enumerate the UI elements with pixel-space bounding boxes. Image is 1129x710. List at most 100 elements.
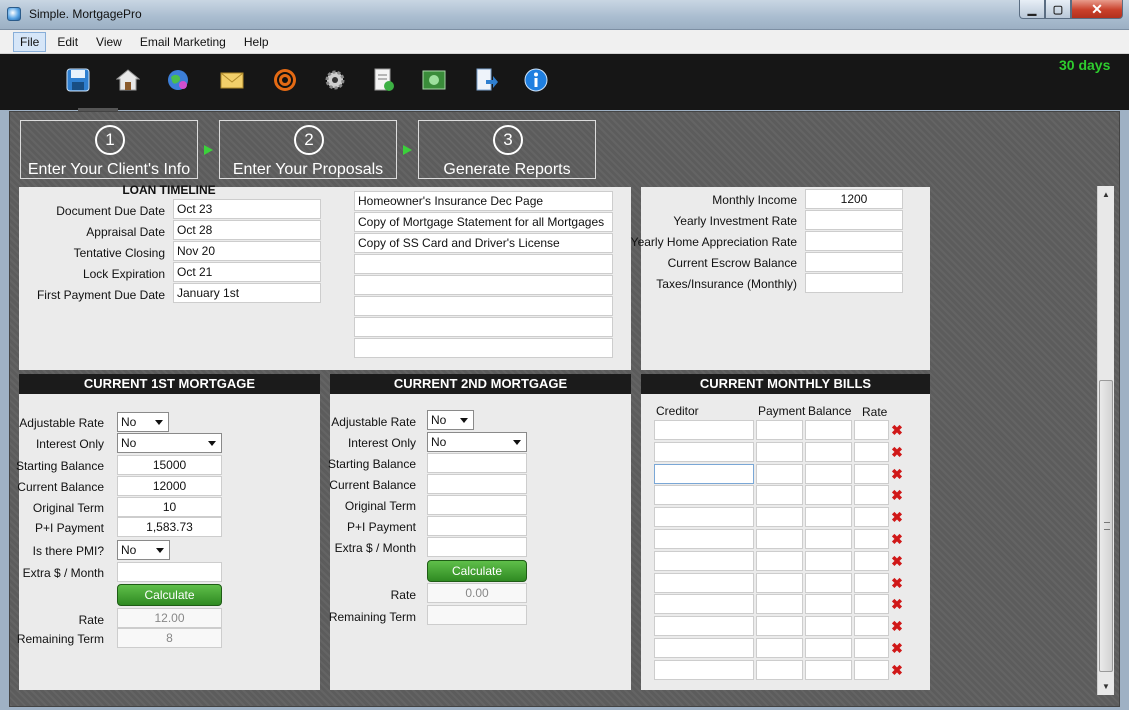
creditor-field[interactable] <box>654 659 754 680</box>
document-item[interactable]: Copy of SS Card and Driver's License <box>354 233 613 253</box>
step-proposals[interactable]: 2 Enter Your Proposals <box>219 120 397 179</box>
delete-icon[interactable]: ✖ <box>891 423 903 437</box>
vertical-scrollbar[interactable]: ▲ ▼ <box>1097 186 1114 695</box>
mail-icon[interactable] <box>220 68 244 92</box>
globe-icon[interactable] <box>166 68 190 92</box>
step-client-info[interactable]: 1 Enter Your Client's Info <box>20 120 198 179</box>
payment-field[interactable] <box>756 550 803 571</box>
document-item[interactable]: Homeowner's Insurance Dec Page <box>354 191 613 211</box>
starting-balance-field[interactable] <box>427 453 527 473</box>
document-item[interactable] <box>354 254 613 274</box>
extra-per-month-field[interactable] <box>427 537 527 557</box>
rate-field[interactable] <box>854 463 889 484</box>
info-icon[interactable] <box>524 68 548 92</box>
save-icon[interactable] <box>66 68 90 92</box>
delete-icon[interactable]: ✖ <box>891 576 903 590</box>
payment-field[interactable] <box>756 638 803 658</box>
rate-field[interactable] <box>854 507 889 528</box>
first-payment-due-date-field[interactable]: January 1st <box>173 283 321 303</box>
current-balance-field[interactable]: 12000 <box>117 476 222 496</box>
creditor-field[interactable] <box>654 616 754 637</box>
target-icon[interactable] <box>273 68 297 92</box>
original-term-field[interactable]: 10 <box>117 497 222 517</box>
delete-icon[interactable]: ✖ <box>891 619 903 633</box>
delete-icon[interactable]: ✖ <box>891 445 903 459</box>
creditor-field[interactable] <box>654 441 754 462</box>
balance-field[interactable] <box>805 420 852 440</box>
balance-field[interactable] <box>805 441 852 462</box>
scrollbar-thumb[interactable] <box>1099 380 1113 672</box>
money-icon[interactable] <box>422 68 446 92</box>
rate-field[interactable] <box>854 594 889 615</box>
balance-field[interactable] <box>805 594 852 615</box>
creditor-field[interactable] <box>654 638 754 658</box>
document-item[interactable] <box>354 317 613 337</box>
rate-field[interactable] <box>854 420 889 440</box>
creditor-field[interactable] <box>654 594 754 615</box>
balance-field[interactable] <box>805 638 852 658</box>
payment-field[interactable] <box>756 420 803 440</box>
creditor-field[interactable] <box>654 572 754 593</box>
delete-icon[interactable]: ✖ <box>891 663 903 677</box>
payment-field[interactable] <box>756 441 803 462</box>
yearly-investment-rate-field[interactable] <box>805 210 903 230</box>
creditor-field[interactable] <box>654 529 754 549</box>
document-item[interactable] <box>354 296 613 316</box>
balance-field[interactable] <box>805 616 852 637</box>
rate-field[interactable] <box>854 616 889 637</box>
balance-field[interactable] <box>805 463 852 484</box>
house-icon[interactable] <box>116 68 140 92</box>
delete-icon[interactable]: ✖ <box>891 597 903 611</box>
document-item[interactable] <box>354 275 613 295</box>
delete-icon[interactable]: ✖ <box>891 467 903 481</box>
document-item[interactable]: Copy of Mortgage Statement for all Mortg… <box>354 212 613 232</box>
creditor-field[interactable] <box>654 485 754 506</box>
creditor-field[interactable] <box>654 550 754 571</box>
export-icon[interactable] <box>474 68 498 92</box>
menu-edit[interactable]: Edit <box>50 32 85 52</box>
rate-field[interactable] <box>854 659 889 680</box>
lock-expiration-field[interactable]: Oct 21 <box>173 262 321 282</box>
rate-field[interactable] <box>854 638 889 658</box>
payment-field[interactable] <box>756 572 803 593</box>
payment-field[interactable] <box>756 507 803 528</box>
current-balance-field[interactable] <box>427 474 527 494</box>
rate-field[interactable] <box>854 485 889 506</box>
menu-email-marketing[interactable]: Email Marketing <box>133 32 233 52</box>
calculate-button[interactable]: Calculate <box>427 560 527 582</box>
document-due-date-field[interactable]: Oct 23 <box>173 199 321 219</box>
monthly-income-field[interactable]: 1200 <box>805 189 903 209</box>
balance-field[interactable] <box>805 550 852 571</box>
interest-only-select[interactable]: No <box>117 433 222 453</box>
menu-file[interactable]: File <box>13 31 47 52</box>
interest-only-select[interactable]: No <box>427 432 527 452</box>
scroll-up-icon[interactable]: ▲ <box>1098 186 1114 203</box>
appraisal-date-field[interactable]: Oct 28 <box>173 220 321 240</box>
balance-field[interactable] <box>805 529 852 549</box>
document-icon[interactable] <box>372 68 396 92</box>
maximize-button[interactable]: ▢ <box>1045 0 1071 19</box>
balance-field[interactable] <box>805 507 852 528</box>
balance-field[interactable] <box>805 485 852 506</box>
creditor-field[interactable] <box>654 463 754 484</box>
adjustable-rate-select[interactable]: No <box>117 412 169 432</box>
document-item[interactable] <box>354 338 613 358</box>
payment-field[interactable] <box>756 659 803 680</box>
payment-field[interactable] <box>756 529 803 549</box>
delete-icon[interactable]: ✖ <box>891 532 903 546</box>
original-term-field[interactable] <box>427 495 527 515</box>
pi-payment-field[interactable]: 1,583.73 <box>117 517 222 537</box>
scroll-down-icon[interactable]: ▼ <box>1098 678 1114 695</box>
payment-field[interactable] <box>756 463 803 484</box>
payment-field[interactable] <box>756 594 803 615</box>
pmi-select[interactable]: No <box>117 540 170 560</box>
settings-gear-icon[interactable] <box>323 68 347 92</box>
payment-field[interactable] <box>756 485 803 506</box>
payment-field[interactable] <box>756 616 803 637</box>
minimize-button[interactable]: ▁ <box>1019 0 1045 19</box>
extra-per-month-field[interactable] <box>117 562 222 582</box>
step-reports[interactable]: 3 Generate Reports <box>418 120 596 179</box>
balance-field[interactable] <box>805 659 852 680</box>
close-button[interactable]: ✕ <box>1071 0 1123 19</box>
balance-field[interactable] <box>805 572 852 593</box>
